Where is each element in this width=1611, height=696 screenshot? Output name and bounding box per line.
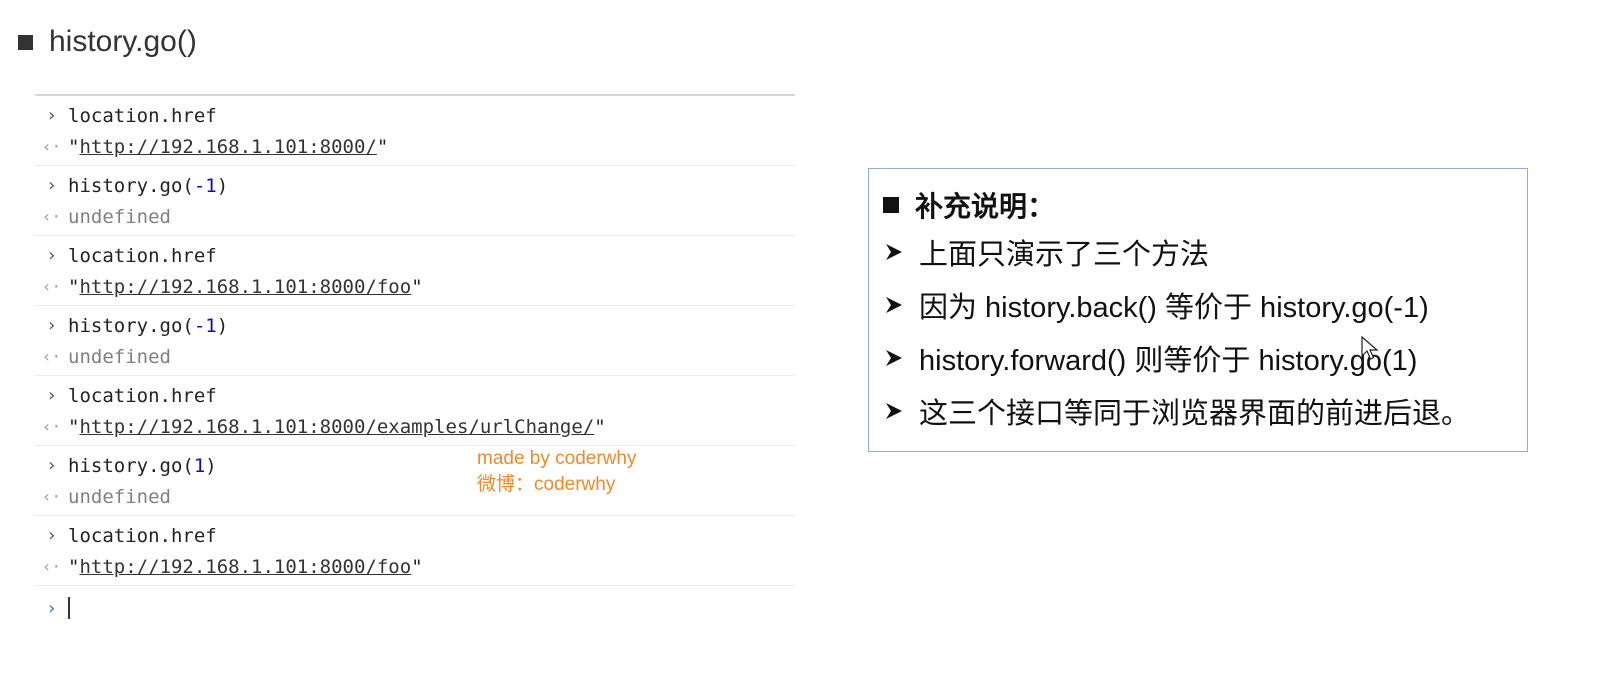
console-input-line[interactable]: › location.href [35,100,795,131]
return-arrow-icon: ‹· [41,557,62,576]
console-entry: › location.href ‹· "http://192.168.1.101… [35,516,795,586]
console-input: history.go(1) [68,454,217,477]
result-link[interactable]: http://192.168.1.101:8000/foo [79,276,411,298]
console-result-line: ‹· "http://192.168.1.101:8000/foo" [35,551,795,582]
result-link[interactable]: http://192.168.1.101:8000/ [79,136,376,158]
console-input: history.go(-1) [68,314,229,337]
console-result-line: ‹· "http://192.168.1.101:8000/examples/u… [35,411,795,442]
arrow-bullet-icon [886,402,902,419]
console-result: "http://192.168.1.101:8000/foo" [68,275,423,298]
square-bullet-icon [18,34,33,50]
note-item-text: 因为 history.back() 等价于 history.go(-1) [919,291,1429,324]
notes-heading-text: 补充说明： [915,191,1056,222]
console-result: "http://192.168.1.101:8000/foo" [68,555,423,578]
chevron-right-icon: › [46,385,57,406]
return-arrow-icon: ‹· [41,277,62,296]
note-item-text: history.forward() 则等价于 history.go(1) [919,344,1418,377]
chevron-right-icon: › [46,245,57,266]
console-result-line: ‹· undefined [35,481,795,512]
chevron-right-icon: › [46,455,57,476]
console-entry: › location.href ‹· "http://192.168.1.101… [35,376,795,446]
arrow-bullet-icon [886,349,902,366]
console-result: "http://192.168.1.101:8000/examples/urlC… [68,415,606,438]
console-input-line[interactable]: › history.go(1) [35,450,795,481]
note-item: 因为 history.back() 等价于 history.go(-1) [883,278,1527,331]
console-entry: › history.go(-1) ‹· undefined [35,166,795,236]
console-entry: › location.href ‹· "http://192.168.1.101… [35,236,795,306]
console-input: location.href [68,104,217,127]
console-input: location.href [68,384,217,407]
console-input-line[interactable]: › location.href [35,520,795,551]
console-result: undefined [68,485,171,508]
chevron-right-icon: › [46,315,57,336]
return-arrow-icon: ‹· [41,207,62,226]
console-input: history.go(-1) [68,174,229,197]
note-item: 上面只演示了三个方法 [883,225,1527,278]
devtools-console[interactable]: › location.href ‹· "http://192.168.1.101… [35,94,795,626]
watermark: made by coderwhy 微博：coderwhy [477,446,636,498]
chevron-right-icon: › [46,105,57,126]
arrow-bullet-icon [886,243,902,260]
supplementary-notes-box: 补充说明： 上面只演示了三个方法 因为 history.back() 等价于 h… [868,168,1528,452]
console-input-line[interactable]: › history.go(-1) [35,310,795,341]
chevron-right-icon: › [46,597,57,619]
square-bullet-icon [883,197,899,213]
note-item: history.forward() 则等价于 history.go(1) [883,331,1527,384]
watermark-line: 微博：coderwhy [477,474,616,495]
note-item-text: 上面只演示了三个方法 [919,238,1210,271]
console-input-line[interactable]: › location.href [35,380,795,411]
console-entry: › history.go(1) ‹· undefined [35,446,795,516]
console-input: location.href [68,524,217,547]
console-result-line: ‹· "http://192.168.1.101:8000/foo" [35,271,795,302]
note-item: 这三个接口等同于浏览器界面的前进后退。 [883,384,1527,437]
return-arrow-icon: ‹· [41,487,62,506]
text-caret [68,597,70,619]
console-result-line: ‹· "http://192.168.1.101:8000/" [35,131,795,162]
notes-heading: 补充说明： [883,185,1527,225]
console-input-line[interactable]: › history.go(-1) [35,170,795,201]
console-result-line: ‹· undefined [35,201,795,232]
console-result: "http://192.168.1.101:8000/" [68,135,389,158]
return-arrow-icon: ‹· [41,417,62,436]
arrow-bullet-icon [886,296,902,313]
result-link[interactable]: http://192.168.1.101:8000/examples/urlCh… [79,416,594,438]
console-entry: › history.go(-1) ‹· undefined [35,306,795,376]
console-entry: › location.href ‹· "http://192.168.1.101… [35,96,795,166]
return-arrow-icon: ‹· [41,347,62,366]
console-result: undefined [68,345,171,368]
watermark-line: made by coderwhy [477,448,637,469]
chevron-right-icon: › [46,525,57,546]
return-arrow-icon: ‹· [41,137,62,156]
chevron-right-icon: › [46,175,57,196]
console-result-line: ‹· undefined [35,341,795,372]
console-prompt-input[interactable]: › [35,590,795,626]
page-title: history.go() [49,25,197,58]
console-input-line[interactable]: › location.href [35,240,795,271]
console-input: location.href [68,244,217,267]
console-result: undefined [68,205,171,228]
mouse-pointer-icon [1361,336,1379,360]
slide-title: history.go() [18,20,197,64]
result-link[interactable]: http://192.168.1.101:8000/foo [79,556,411,578]
note-item-text: 这三个接口等同于浏览器界面的前进后退。 [919,397,1471,430]
